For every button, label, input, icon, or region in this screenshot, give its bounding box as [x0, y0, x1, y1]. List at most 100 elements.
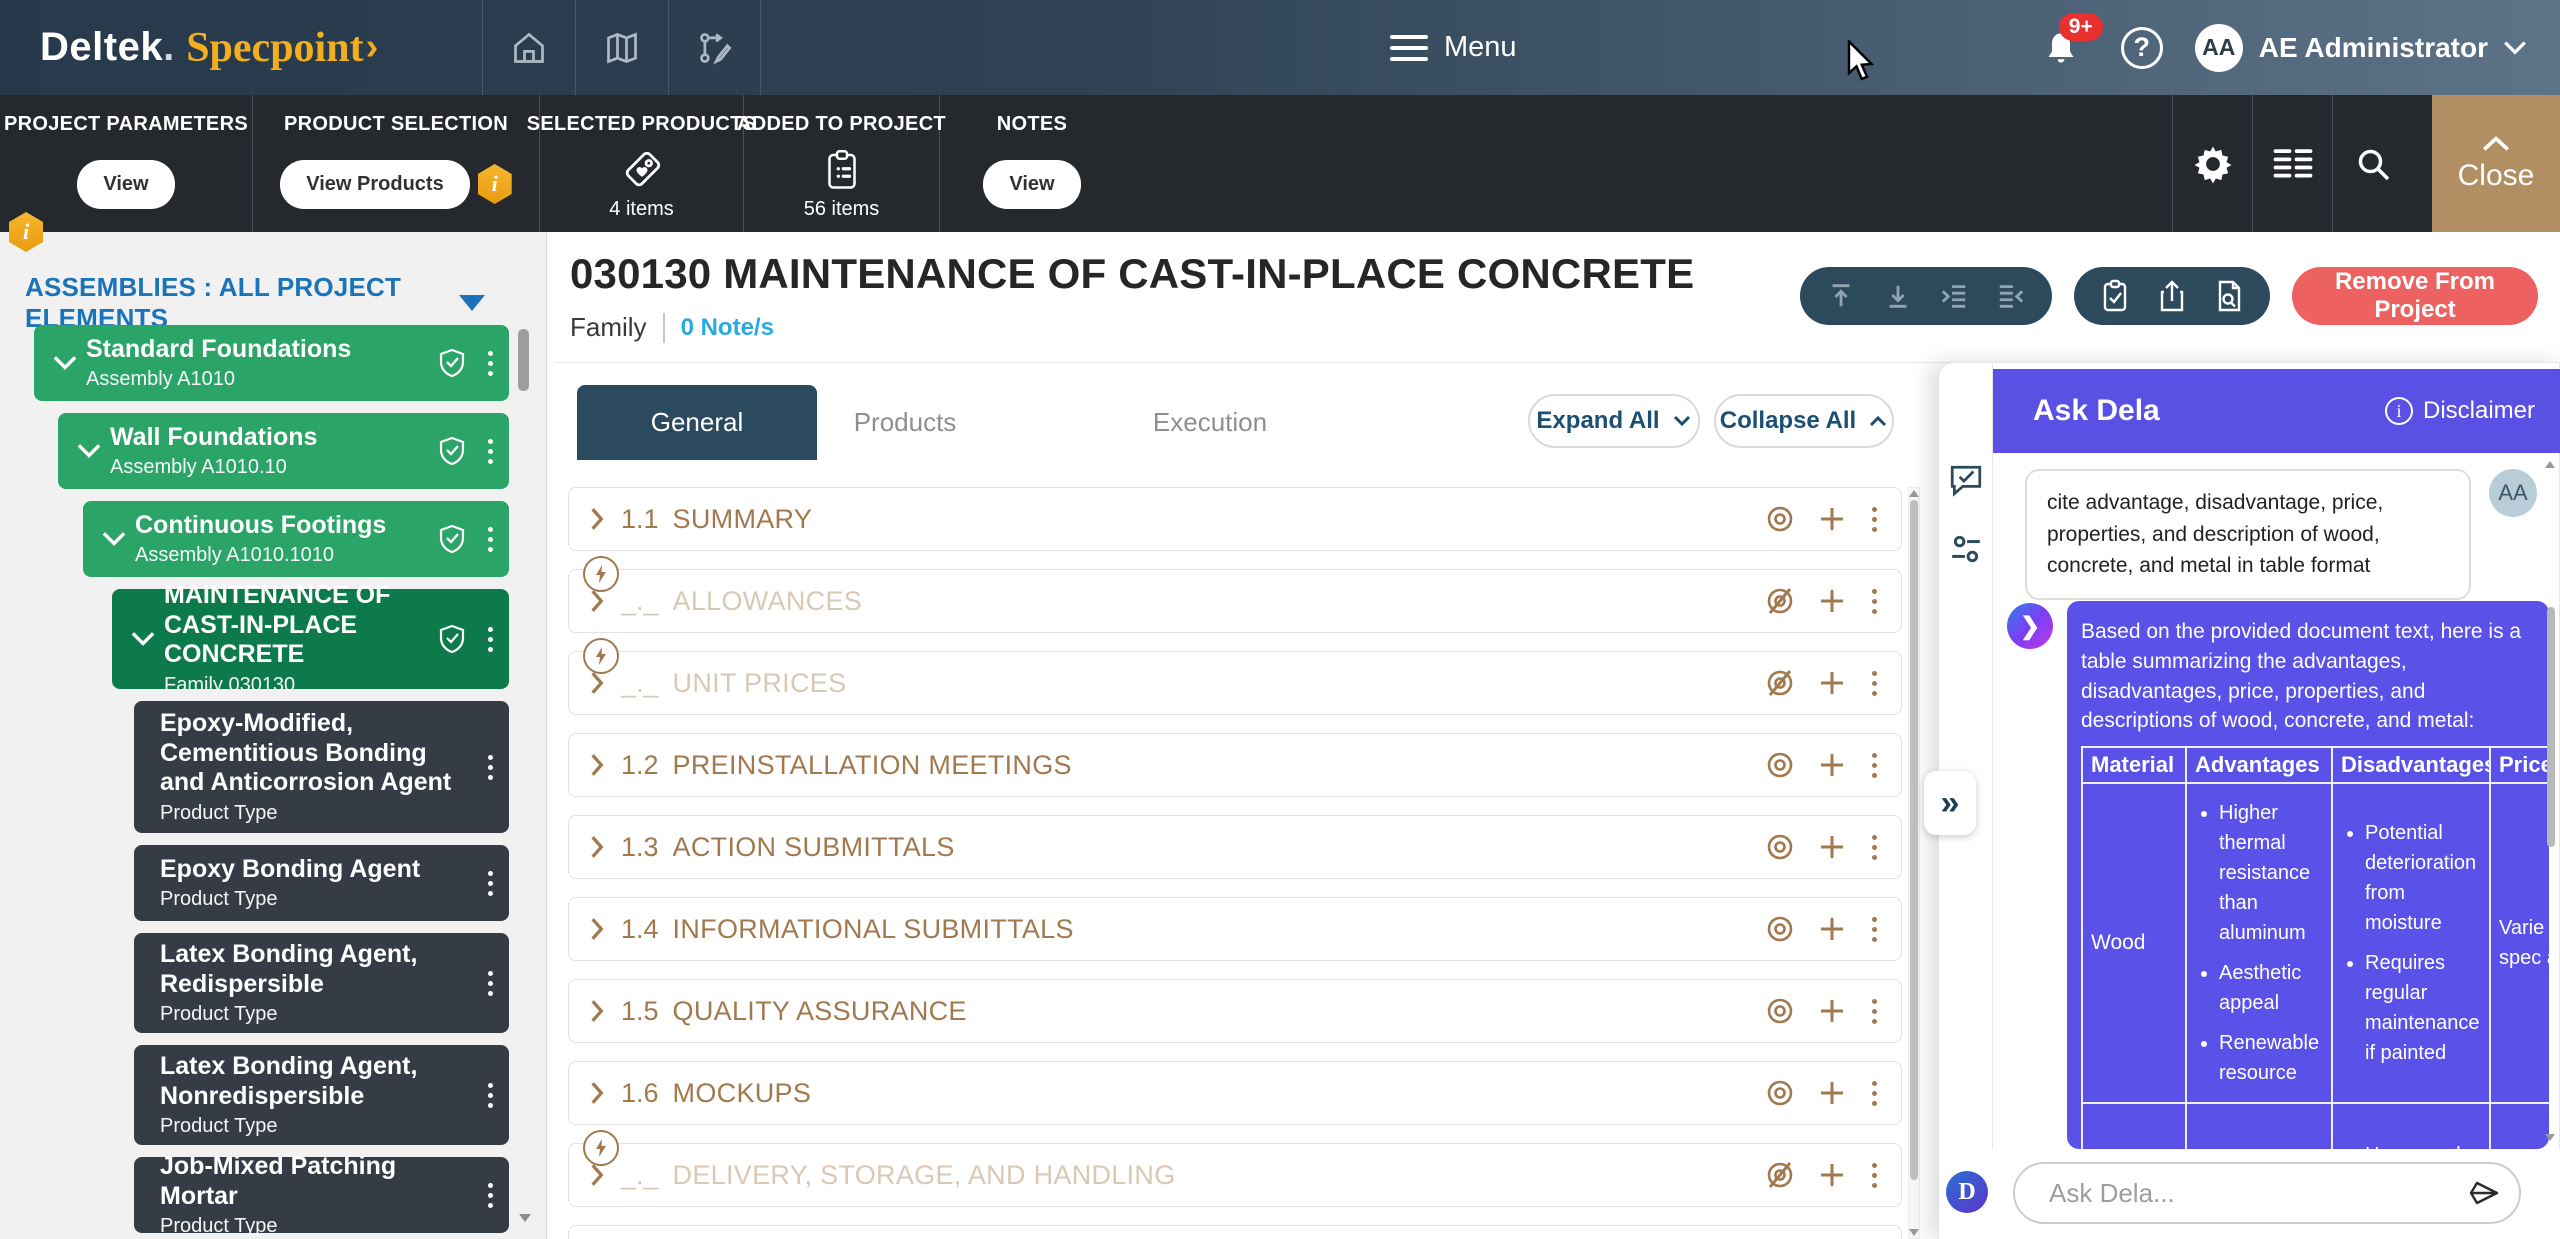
share-export-icon[interactable]	[2156, 279, 2188, 313]
kebab-menu-icon[interactable]	[1868, 1159, 1881, 1192]
view-parameters-button[interactable]: View	[77, 160, 174, 209]
add-icon[interactable]	[1818, 915, 1846, 943]
tag-heart-icon[interactable]	[620, 148, 664, 192]
section-row-partial[interactable]	[568, 1225, 1902, 1239]
add-icon[interactable]	[1818, 1079, 1846, 1107]
view-products-button[interactable]: View Products	[280, 160, 469, 209]
chevron-right-icon[interactable]	[589, 916, 605, 942]
move-to-top-icon[interactable]	[1826, 281, 1856, 311]
tab-general[interactable]: General	[577, 385, 817, 460]
chat-scrollbar[interactable]	[2545, 459, 2557, 1143]
content-scrollbar[interactable]	[1908, 487, 1920, 1239]
clipboard-check-icon[interactable]	[2099, 279, 2131, 313]
chevron-right-icon[interactable]	[589, 1080, 605, 1106]
sliders-icon[interactable]	[1949, 533, 1983, 565]
lightning-badge-icon[interactable]	[583, 556, 619, 592]
add-icon[interactable]	[1818, 1161, 1846, 1189]
lightning-badge-icon[interactable]	[583, 638, 619, 674]
search-icon[interactable]	[2332, 95, 2412, 232]
close-panel-button[interactable]: Close	[2432, 95, 2560, 232]
ask-dela-input[interactable]	[2049, 1178, 2467, 1209]
tree-item-wall-foundations[interactable]: Wall Foundations Assembly A1010.10	[58, 413, 509, 489]
disclaimer-link[interactable]: i Disclaimer	[2385, 397, 2535, 425]
tree-item-latex-bonding-agent-redispersible[interactable]: Latex Bonding Agent, Redispersible Produ…	[134, 933, 509, 1033]
comment-check-icon[interactable]	[1948, 463, 1984, 497]
indent-right-icon[interactable]	[1939, 281, 1969, 311]
visibility-icon[interactable]	[1764, 913, 1796, 945]
kebab-menu-icon[interactable]	[484, 1079, 497, 1112]
tab-execution[interactable]: Execution	[1145, 385, 1275, 460]
route-edit-icon[interactable]	[668, 0, 761, 95]
scroll-down-arrow[interactable]	[2545, 1134, 2555, 1141]
notifications-bell-icon[interactable]: 9+	[2043, 29, 2079, 67]
section-row-preinstallation-meetings[interactable]: 1.2 PREINSTALLATION MEETINGS	[568, 733, 1902, 797]
visibility-off-icon[interactable]	[1764, 585, 1796, 617]
chevron-down-icon[interactable]	[50, 354, 80, 372]
visibility-off-icon[interactable]	[1764, 667, 1796, 699]
dela-input-container[interactable]	[2013, 1162, 2521, 1224]
settings-gear-icon[interactable]	[2172, 95, 2252, 232]
chevron-down-icon[interactable]	[74, 442, 104, 460]
file-search-icon[interactable]	[2213, 279, 2245, 313]
remove-from-project-button[interactable]: Remove From Project	[2292, 267, 2538, 325]
kebab-menu-icon[interactable]	[1868, 913, 1881, 946]
visibility-icon[interactable]	[1764, 503, 1796, 535]
visibility-icon[interactable]	[1764, 995, 1796, 1027]
menu-button[interactable]: Menu	[1390, 0, 1517, 95]
scroll-up-arrow[interactable]	[2545, 461, 2555, 468]
column-view-icon[interactable]	[2252, 95, 2332, 232]
help-icon[interactable]: ?	[2121, 27, 2163, 69]
user-menu-chevron-down-icon[interactable]	[2502, 39, 2528, 57]
kebab-menu-icon[interactable]	[1868, 1077, 1881, 1110]
section-row-action-submittals[interactable]: 1.3 ACTION SUBMITTALS	[568, 815, 1902, 879]
visibility-icon[interactable]	[1764, 831, 1796, 863]
add-icon[interactable]	[1818, 997, 1846, 1025]
sidebar-scrollbar[interactable]	[518, 327, 529, 1207]
kebab-menu-icon[interactable]	[484, 523, 497, 556]
expand-all-button[interactable]: Expand All	[1528, 394, 1700, 448]
collapse-panel-button[interactable]: »	[1924, 771, 1976, 835]
tree-item-job-mixed-patching-mortar[interactable]: Job-Mixed Patching Mortar Product Type	[134, 1157, 509, 1233]
user-avatar[interactable]: AA	[2195, 24, 2243, 72]
add-icon[interactable]	[1818, 669, 1846, 697]
tab-products[interactable]: Products	[845, 385, 965, 460]
kebab-menu-icon[interactable]	[484, 1179, 497, 1212]
tree-item-continuous-footings[interactable]: Continuous Footings Assembly A1010.1010	[83, 501, 509, 577]
chevron-right-icon[interactable]	[589, 834, 605, 860]
kebab-menu-icon[interactable]	[1868, 667, 1881, 700]
add-icon[interactable]	[1818, 833, 1846, 861]
tree-item-latex-bonding-agent-nonredispersible[interactable]: Latex Bonding Agent, Nonredispersible Pr…	[134, 1045, 509, 1145]
chevron-down-icon[interactable]	[99, 530, 129, 548]
section-row-quality-assurance[interactable]: 1.5 QUALITY ASSURANCE	[568, 979, 1902, 1043]
kebab-menu-icon[interactable]	[1868, 749, 1881, 782]
section-row-informational-submittals[interactable]: 1.4 INFORMATIONAL SUBMITTALS	[568, 897, 1902, 961]
tree-item-epoxy-modified-cementitious[interactable]: Epoxy-Modified, Cementitious Bonding and…	[134, 701, 509, 833]
deltek-specpoint-logo[interactable]: Deltek . Specpoint ›	[40, 0, 378, 95]
sidebar-scroll-down-arrow[interactable]	[519, 1214, 531, 1222]
chevron-right-icon[interactable]	[589, 998, 605, 1024]
kebab-menu-icon[interactable]	[1868, 503, 1881, 536]
kebab-menu-icon[interactable]	[484, 967, 497, 1000]
tree-item-standard-foundations[interactable]: Standard Foundations Assembly A1010	[34, 325, 509, 401]
move-to-bottom-icon[interactable]	[1883, 281, 1913, 311]
visibility-off-icon[interactable]	[1764, 1159, 1796, 1191]
kebab-menu-icon[interactable]	[484, 347, 497, 380]
kebab-menu-icon[interactable]	[484, 435, 497, 468]
kebab-menu-icon[interactable]	[1868, 995, 1881, 1028]
section-row-delivery-storage-handling[interactable]: _._ DELIVERY, STORAGE, AND HANDLING	[568, 1143, 1902, 1207]
kebab-menu-icon[interactable]	[1868, 585, 1881, 618]
home-icon[interactable]	[482, 0, 575, 95]
chevron-right-icon[interactable]	[589, 752, 605, 778]
collapse-all-button[interactable]: Collapse All	[1714, 394, 1894, 448]
chevron-down-icon[interactable]	[128, 630, 158, 648]
clipboard-list-icon[interactable]	[822, 148, 862, 192]
tree-item-maintenance-cast-in-place-concrete-selected[interactable]: MAINTENANCE OF CAST-IN-PLACE CONCRETE Fa…	[112, 589, 509, 689]
kebab-menu-icon[interactable]	[484, 751, 497, 784]
add-icon[interactable]	[1818, 751, 1846, 779]
kebab-menu-icon[interactable]	[1868, 831, 1881, 864]
dela-chat-area[interactable]: cite advantage, disadvantage, price, pro…	[1993, 453, 2560, 1149]
add-icon[interactable]	[1818, 587, 1846, 615]
add-icon[interactable]	[1818, 505, 1846, 533]
info-hexagon-icon[interactable]: i	[478, 164, 512, 204]
lightning-badge-icon[interactable]	[583, 1130, 619, 1166]
